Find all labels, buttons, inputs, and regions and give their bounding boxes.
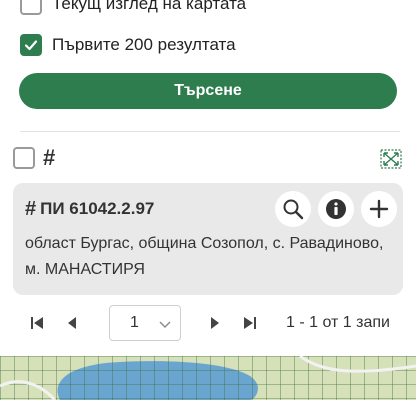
hash-icon: # [25, 198, 37, 220]
first-results-checkbox[interactable] [20, 34, 42, 56]
select-all-checkbox[interactable] [13, 147, 35, 169]
first-results-label: Първите 200 резултата [52, 35, 236, 54]
last-page-icon[interactable] [242, 315, 258, 331]
results-header: # [13, 147, 55, 169]
info-icon [326, 199, 346, 219]
current-view-checkbox[interactable] [20, 0, 42, 15]
info-button[interactable] [318, 191, 354, 227]
search-icon [283, 199, 304, 220]
result-card[interactable]: # ПИ 61042.2.97 област Бургас, община Со… [13, 183, 403, 295]
add-button[interactable] [361, 191, 397, 227]
page-info: 1 - 1 от 1 запи [286, 314, 390, 331]
next-page-icon[interactable] [207, 315, 223, 331]
hash-icon: # [43, 145, 56, 170]
divider [20, 131, 400, 132]
page-select-value: 1 [130, 314, 139, 331]
result-title: # ПИ 61042.2.97 [25, 199, 154, 219]
prev-page-icon[interactable] [64, 315, 80, 331]
checkmark-icon [24, 40, 38, 51]
plus-icon [369, 199, 389, 219]
result-address: област Бургас, община Созопол, с. Равади… [25, 235, 384, 278]
current-view-label: Текущ изглед на картата [52, 0, 247, 13]
chevron-down-icon [159, 321, 171, 328]
page-select[interactable]: 1 [109, 305, 181, 341]
first-page-icon[interactable] [29, 315, 45, 331]
map-view[interactable] [0, 356, 416, 400]
first-results-filter[interactable]: Първите 200 резултата [20, 34, 236, 56]
search-button[interactable]: Търсене [19, 73, 397, 109]
zoom-to-extent-icon[interactable] [380, 149, 402, 169]
pagination: 1 1 - 1 от 1 запи [0, 305, 416, 341]
result-title-text: ПИ 61042.2.97 [40, 199, 155, 218]
zoom-to-result-button[interactable] [275, 191, 311, 227]
current-view-filter[interactable]: Текущ изглед на картата [20, 0, 246, 15]
